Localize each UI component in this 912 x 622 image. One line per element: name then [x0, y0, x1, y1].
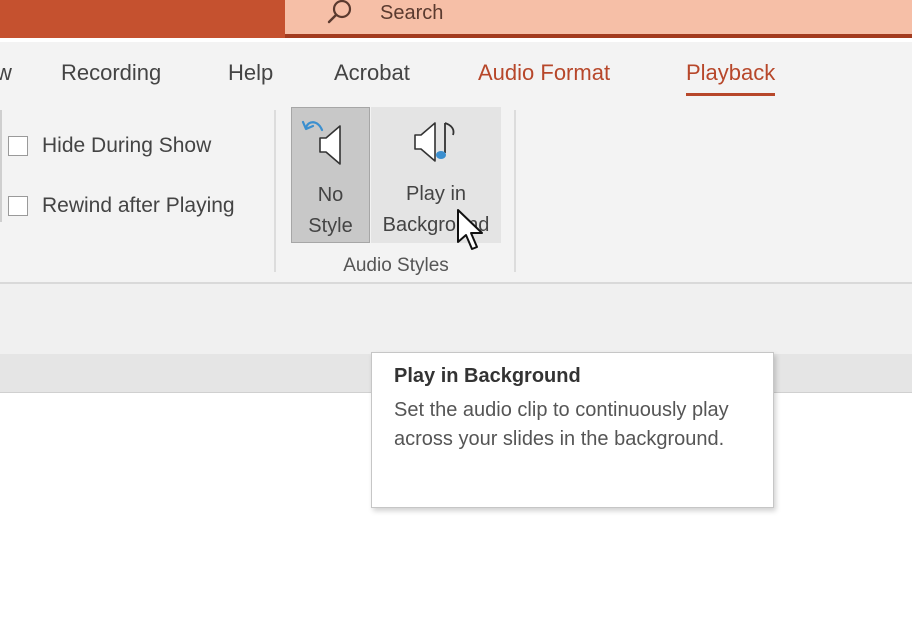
tooltip-body: Set the audio clip to continuously play …	[394, 399, 729, 450]
ribbon-collapsed-area	[0, 284, 912, 354]
tab-help[interactable]: Help	[228, 60, 273, 86]
rewind-after-playing-option[interactable]: Rewind after Playing	[8, 191, 235, 221]
tab-audio-format[interactable]: Audio Format	[478, 60, 610, 86]
tab-playback[interactable]: Playback	[686, 60, 776, 96]
search-placeholder: Search	[380, 2, 444, 24]
no-style-label-line1: No	[317, 184, 344, 206]
hide-during-show-label: Hide During Show	[42, 134, 212, 157]
hide-during-show-option[interactable]: Hide During Show	[8, 131, 211, 161]
ribbon-left-edge	[0, 110, 2, 222]
no-style-button[interactable]: No Style	[291, 107, 370, 243]
speaker-music-icon	[414, 122, 455, 162]
group-separator-left	[274, 110, 276, 272]
no-style-label: No Style	[292, 180, 369, 242]
speaker-undo-icon	[301, 120, 341, 165]
ribbon-tabs: w Recording Help Acrobat Audio Format Pl…	[0, 42, 912, 102]
title-bar-left	[0, 0, 285, 38]
play-bg-label-line1: Play in	[405, 183, 467, 205]
audio-styles-group-label: Audio Styles	[343, 255, 449, 276]
mouse-pointer-icon	[457, 209, 483, 250]
group-separator-right	[514, 110, 516, 272]
rewind-after-playing-label: Rewind after Playing	[42, 194, 235, 217]
tab-recording[interactable]: Recording	[61, 60, 161, 86]
no-style-label-line2: Style	[308, 215, 353, 237]
rewind-after-playing-checkbox[interactable]	[8, 196, 28, 216]
tooltip: Play in Background Set the audio clip to…	[371, 352, 774, 508]
search-box[interactable]: Search	[285, 0, 912, 38]
search-icon	[327, 0, 352, 24]
tab-acrobat[interactable]: Acrobat	[334, 60, 410, 86]
hide-during-show-checkbox[interactable]	[8, 136, 28, 156]
title-bar: Search	[0, 0, 912, 38]
tooltip-title: Play in Background	[394, 365, 581, 387]
tab-view[interactable]: w	[0, 60, 12, 86]
